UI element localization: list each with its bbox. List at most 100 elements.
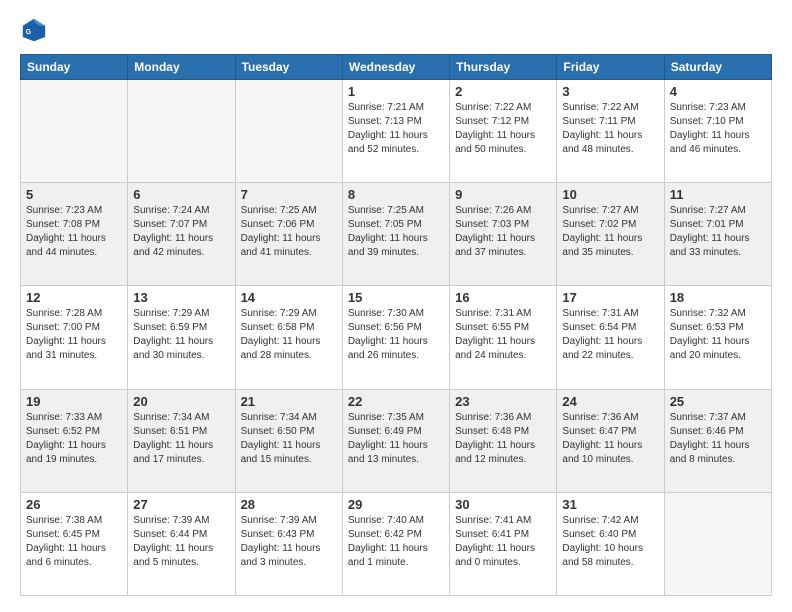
- svg-text:G: G: [26, 29, 32, 36]
- calendar-week-row: 12 Sunrise: 7:28 AM Sunset: 7:00 PM Dayli…: [21, 286, 772, 389]
- calendar-cell: 13 Sunrise: 7:29 AM Sunset: 6:59 PM Dayli…: [128, 286, 235, 389]
- calendar-week-row: 19Sunrise: 7:33 AM Sunset: 6:52 PM Dayli…: [21, 389, 772, 492]
- day-number: 2: [455, 84, 551, 99]
- day-info: Sunrise: 7:26 AM Sunset: 7:03 PM Dayligh…: [455, 204, 551, 260]
- day-number: 8: [348, 187, 444, 202]
- calendar-cell: 27 Sunrise: 7:39 AM Sunset: 6:44 PM Dayli…: [128, 492, 235, 595]
- calendar-cell: 24 Sunrise: 7:36 AM Sunset: 6:47 PM Dayli…: [557, 389, 664, 492]
- day-info: Sunrise: 7:38 AM Sunset: 6:45 PM Dayligh…: [26, 514, 122, 570]
- calendar-week-row: 26 Sunrise: 7:38 AM Sunset: 6:45 PM Dayli…: [21, 492, 772, 595]
- day-info: Sunrise: 7:22 AM Sunset: 7:11 PM Dayligh…: [562, 101, 658, 157]
- day-number: 9: [455, 187, 551, 202]
- day-info: Sunrise: 7:34 AM Sunset: 6:51 PM Dayligh…: [133, 411, 229, 467]
- day-info: Sunrise: 7:42 AM Sunset: 6:40 PM Dayligh…: [562, 514, 658, 570]
- day-number: 21: [241, 394, 337, 409]
- calendar-cell: 29 Sunrise: 7:40 AM Sunset: 6:42 PM Dayli…: [342, 492, 449, 595]
- day-info: Sunrise: 7:31 AM Sunset: 6:55 PM Dayligh…: [455, 307, 551, 363]
- calendar-cell: 26 Sunrise: 7:38 AM Sunset: 6:45 PM Dayli…: [21, 492, 128, 595]
- day-number: 28: [241, 497, 337, 512]
- day-number: 20: [133, 394, 229, 409]
- calendar-cell: [235, 80, 342, 183]
- weekday-header-thursday: Thursday: [450, 55, 557, 80]
- day-number: 12: [26, 290, 122, 305]
- calendar-cell: 25 Sunrise: 7:37 AM Sunset: 6:46 PM Dayli…: [664, 389, 771, 492]
- day-info: Sunrise: 7:34 AM Sunset: 6:50 PM Dayligh…: [241, 411, 337, 467]
- calendar-cell: 7Sunrise: 7:25 AM Sunset: 7:06 PM Daylig…: [235, 183, 342, 286]
- weekday-header-sunday: Sunday: [21, 55, 128, 80]
- calendar-cell: 21 Sunrise: 7:34 AM Sunset: 6:50 PM Dayli…: [235, 389, 342, 492]
- day-info: Sunrise: 7:27 AM Sunset: 7:01 PM Dayligh…: [670, 204, 766, 260]
- day-info: Sunrise: 7:24 AM Sunset: 7:07 PM Dayligh…: [133, 204, 229, 260]
- calendar-cell: 23 Sunrise: 7:36 AM Sunset: 6:48 PM Dayli…: [450, 389, 557, 492]
- day-number: 31: [562, 497, 658, 512]
- calendar-cell: 9 Sunrise: 7:26 AM Sunset: 7:03 PM Daylig…: [450, 183, 557, 286]
- day-info: Sunrise: 7:31 AM Sunset: 6:54 PM Dayligh…: [562, 307, 658, 363]
- calendar-table: SundayMondayTuesdayWednesdayThursdayFrid…: [20, 54, 772, 596]
- day-info: Sunrise: 7:25 AM Sunset: 7:06 PM Dayligh…: [241, 204, 337, 260]
- day-number: 6: [133, 187, 229, 202]
- day-number: 15: [348, 290, 444, 305]
- calendar-cell: 6 Sunrise: 7:24 AM Sunset: 7:07 PM Daylig…: [128, 183, 235, 286]
- day-info: Sunrise: 7:35 AM Sunset: 6:49 PM Dayligh…: [348, 411, 444, 467]
- day-info: Sunrise: 7:41 AM Sunset: 6:41 PM Dayligh…: [455, 514, 551, 570]
- calendar-cell: 5Sunrise: 7:23 AM Sunset: 7:08 PM Daylig…: [21, 183, 128, 286]
- calendar-cell: 22Sunrise: 7:35 AM Sunset: 6:49 PM Dayli…: [342, 389, 449, 492]
- logo-icon: G: [20, 16, 48, 44]
- day-info: Sunrise: 7:36 AM Sunset: 6:47 PM Dayligh…: [562, 411, 658, 467]
- calendar-cell: 12 Sunrise: 7:28 AM Sunset: 7:00 PM Dayli…: [21, 286, 128, 389]
- day-number: 3: [562, 84, 658, 99]
- weekday-header-saturday: Saturday: [664, 55, 771, 80]
- calendar-cell: 28 Sunrise: 7:39 AM Sunset: 6:43 PM Dayli…: [235, 492, 342, 595]
- day-number: 19: [26, 394, 122, 409]
- day-number: 25: [670, 394, 766, 409]
- day-number: 23: [455, 394, 551, 409]
- calendar-cell: 31 Sunrise: 7:42 AM Sunset: 6:40 PM Dayli…: [557, 492, 664, 595]
- calendar-cell: 2 Sunrise: 7:22 AM Sunset: 7:12 PM Daylig…: [450, 80, 557, 183]
- day-info: Sunrise: 7:39 AM Sunset: 6:43 PM Dayligh…: [241, 514, 337, 570]
- calendar-week-row: 1 Sunrise: 7:21 AM Sunset: 7:13 PM Daylig…: [21, 80, 772, 183]
- day-number: 10: [562, 187, 658, 202]
- calendar-cell: 14Sunrise: 7:29 AM Sunset: 6:58 PM Dayli…: [235, 286, 342, 389]
- day-info: Sunrise: 7:39 AM Sunset: 6:44 PM Dayligh…: [133, 514, 229, 570]
- day-info: Sunrise: 7:40 AM Sunset: 6:42 PM Dayligh…: [348, 514, 444, 570]
- calendar-cell: 30 Sunrise: 7:41 AM Sunset: 6:41 PM Dayli…: [450, 492, 557, 595]
- day-number: 29: [348, 497, 444, 512]
- calendar-cell: 3 Sunrise: 7:22 AM Sunset: 7:11 PM Daylig…: [557, 80, 664, 183]
- day-number: 4: [670, 84, 766, 99]
- logo: G: [20, 16, 52, 44]
- day-info: Sunrise: 7:37 AM Sunset: 6:46 PM Dayligh…: [670, 411, 766, 467]
- day-info: Sunrise: 7:29 AM Sunset: 6:58 PM Dayligh…: [241, 307, 337, 363]
- calendar-week-row: 5Sunrise: 7:23 AM Sunset: 7:08 PM Daylig…: [21, 183, 772, 286]
- day-info: Sunrise: 7:29 AM Sunset: 6:59 PM Dayligh…: [133, 307, 229, 363]
- day-info: Sunrise: 7:25 AM Sunset: 7:05 PM Dayligh…: [348, 204, 444, 260]
- day-number: 27: [133, 497, 229, 512]
- calendar-cell: [664, 492, 771, 595]
- calendar-cell: 10 Sunrise: 7:27 AM Sunset: 7:02 PM Dayli…: [557, 183, 664, 286]
- weekday-header-tuesday: Tuesday: [235, 55, 342, 80]
- calendar-cell: [128, 80, 235, 183]
- day-info: Sunrise: 7:27 AM Sunset: 7:02 PM Dayligh…: [562, 204, 658, 260]
- day-info: Sunrise: 7:22 AM Sunset: 7:12 PM Dayligh…: [455, 101, 551, 157]
- day-number: 16: [455, 290, 551, 305]
- day-info: Sunrise: 7:30 AM Sunset: 6:56 PM Dayligh…: [348, 307, 444, 363]
- page: G SundayMondayTuesdayWednesdayThursdayFr…: [0, 0, 792, 612]
- calendar-cell: 8 Sunrise: 7:25 AM Sunset: 7:05 PM Daylig…: [342, 183, 449, 286]
- day-number: 18: [670, 290, 766, 305]
- day-number: 13: [133, 290, 229, 305]
- calendar-cell: 18 Sunrise: 7:32 AM Sunset: 6:53 PM Dayli…: [664, 286, 771, 389]
- day-number: 1: [348, 84, 444, 99]
- day-number: 24: [562, 394, 658, 409]
- day-info: Sunrise: 7:32 AM Sunset: 6:53 PM Dayligh…: [670, 307, 766, 363]
- calendar-cell: 15 Sunrise: 7:30 AM Sunset: 6:56 PM Dayli…: [342, 286, 449, 389]
- day-number: 26: [26, 497, 122, 512]
- day-info: Sunrise: 7:21 AM Sunset: 7:13 PM Dayligh…: [348, 101, 444, 157]
- calendar-cell: 17 Sunrise: 7:31 AM Sunset: 6:54 PM Dayli…: [557, 286, 664, 389]
- weekday-header-wednesday: Wednesday: [342, 55, 449, 80]
- calendar-cell: 19Sunrise: 7:33 AM Sunset: 6:52 PM Dayli…: [21, 389, 128, 492]
- day-info: Sunrise: 7:28 AM Sunset: 7:00 PM Dayligh…: [26, 307, 122, 363]
- calendar-cell: 4Sunrise: 7:23 AM Sunset: 7:10 PM Daylig…: [664, 80, 771, 183]
- calendar-cell: 11Sunrise: 7:27 AM Sunset: 7:01 PM Dayli…: [664, 183, 771, 286]
- day-number: 17: [562, 290, 658, 305]
- day-number: 30: [455, 497, 551, 512]
- day-info: Sunrise: 7:36 AM Sunset: 6:48 PM Dayligh…: [455, 411, 551, 467]
